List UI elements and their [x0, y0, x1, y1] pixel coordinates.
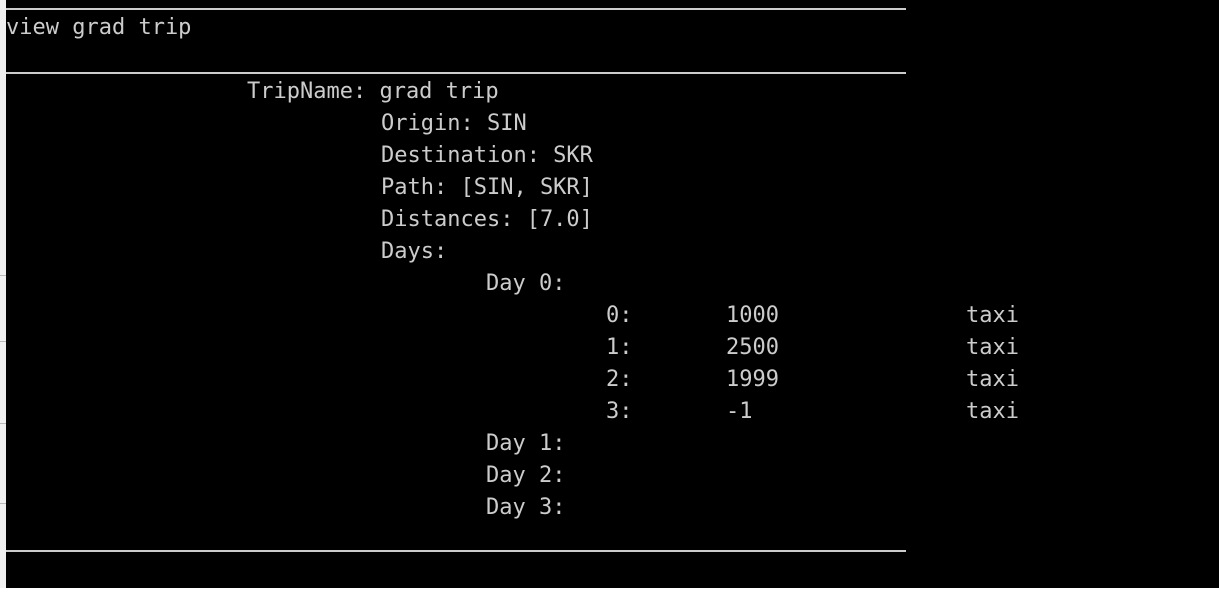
entry-mode: taxi — [966, 303, 1019, 328]
console-output[interactable]: view grad trip TripName: grad trip Origi… — [6, 0, 1219, 588]
entry-amount: 2500 — [726, 335, 779, 360]
command-echo: view grad trip — [6, 15, 192, 40]
entry-amount: 1000 — [726, 303, 779, 328]
distances-line: Distances: [7.0] — [381, 207, 593, 232]
days-label: Days: — [381, 239, 448, 264]
entry-mode: taxi — [966, 367, 1019, 392]
entry-index: 0: — [606, 303, 633, 328]
separator-bottom — [6, 550, 906, 552]
separator-top — [6, 8, 906, 10]
day-label: Day 2: — [486, 463, 566, 488]
entry-mode: taxi — [966, 335, 1019, 360]
path-line: Path: [SIN, SKR] — [381, 175, 593, 200]
day-label: Day 0: — [486, 271, 566, 296]
entry-amount: -1 — [726, 399, 753, 424]
entry-mode: taxi — [966, 399, 1019, 424]
destination-line: Destination: SKR — [381, 143, 593, 168]
day-label: Day 3: — [486, 495, 566, 520]
origin-line: Origin: SIN — [381, 111, 527, 136]
entry-index: 3: — [606, 399, 633, 424]
entry-index: 1: — [606, 335, 633, 360]
entry-index: 2: — [606, 367, 633, 392]
trip-name-line: TripName: grad trip — [247, 79, 499, 104]
separator-header — [6, 72, 906, 74]
window-bottom-edge — [0, 588, 1219, 597]
day-label: Day 1: — [486, 431, 566, 456]
entry-amount: 1999 — [726, 367, 779, 392]
